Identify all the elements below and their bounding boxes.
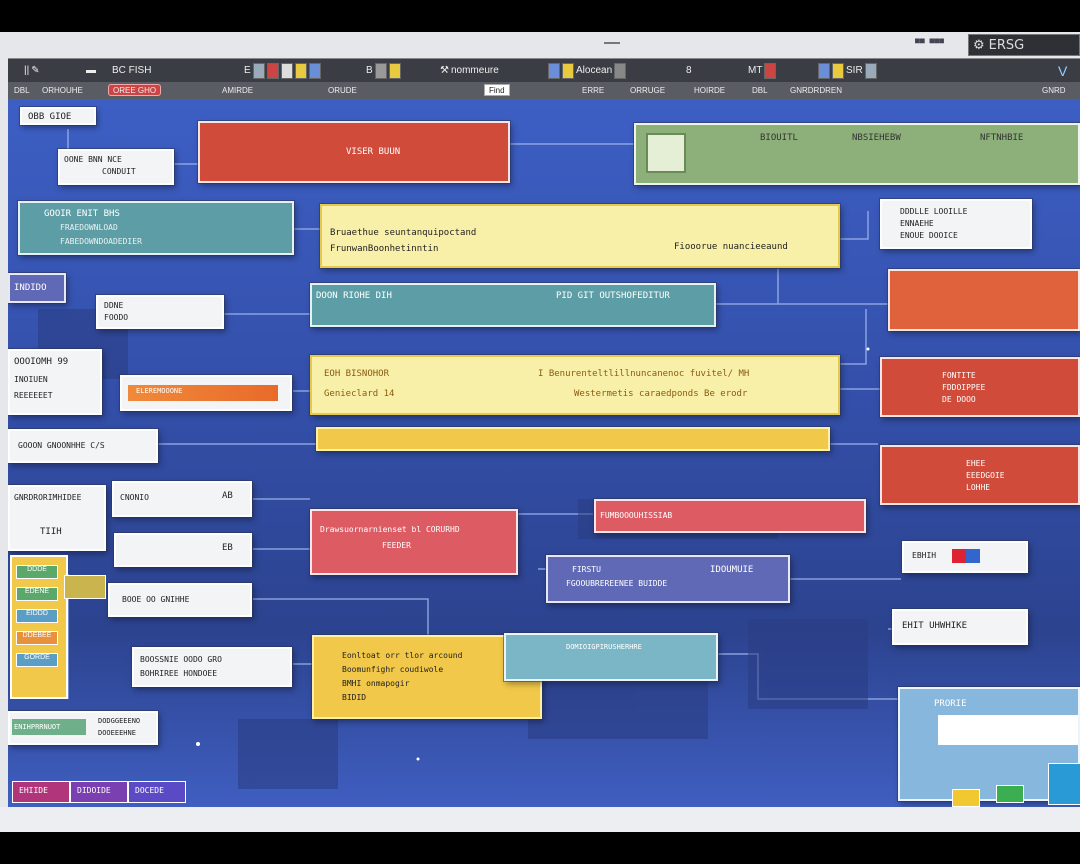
document-icon xyxy=(646,133,686,173)
diagram-canvas[interactable]: OBB GIOE VISER BUUN BIOUITL NBSIEHEBW NF… xyxy=(8,99,1080,807)
swatch-icon[interactable] xyxy=(294,62,307,79)
swatch-icon[interactable] xyxy=(388,62,401,79)
node-top-red[interactable]: VISER BUUN xyxy=(198,121,510,183)
node-left-box-7[interactable]: ENIHPRRNUOT DODGGEEENO DOOEEEHNE xyxy=(8,711,158,745)
node-teal-mid[interactable]: DOON RIOHE DIH PID GIT OUTSHOFEDITUR xyxy=(310,283,716,327)
node-orange-bar-container[interactable]: ELEREMOOONE xyxy=(120,375,292,411)
swatch-icon[interactable] xyxy=(374,62,387,79)
node-red-right-2[interactable]: EHEE EEEDGOIE LOHHE xyxy=(880,445,1080,505)
swatch-icon[interactable] xyxy=(266,62,279,79)
node-right-orange[interactable] xyxy=(888,269,1080,331)
toolbar-item-nommeure[interactable]: ⚒ nommeure xyxy=(440,62,499,79)
bottom-tab-1[interactable]: EHIIDE xyxy=(12,781,70,803)
node-left-box-2[interactable]: GNRDRORIMHIDEE TIIH xyxy=(8,485,106,551)
tab-12[interactable]: GNRD xyxy=(1038,84,1070,96)
node-left-purple[interactable]: INDIDO xyxy=(8,273,66,303)
toolbar-item-fish[interactable]: BC FISH xyxy=(112,62,151,79)
tab-5[interactable]: ORUDE xyxy=(324,84,361,96)
left-green-stack: DDDE EDENE EIDDD DDEBEE GORDE xyxy=(10,555,68,699)
node-top-green[interactable]: BIOUITL NBSIEHEBW NFTNHBIE xyxy=(634,123,1080,185)
node-pink-mid[interactable]: Drawsuornarnienset bl CORURHD FEEDER xyxy=(310,509,518,575)
swatch-icon xyxy=(764,62,777,79)
swatch-icon[interactable] xyxy=(252,62,265,79)
stack-item-3[interactable]: EIDDD xyxy=(16,609,58,623)
swatch-icon xyxy=(548,62,560,79)
node-left-box-3[interactable]: CNONIO AB xyxy=(112,481,252,517)
node-cyan-mid[interactable]: DOMIOIGPIRUSHERHRE xyxy=(504,633,718,681)
stack-item-4[interactable]: DDEBEE xyxy=(16,631,58,645)
tab-1[interactable]: DBL xyxy=(10,84,34,96)
node-purple-mid[interactable]: FIRSTU FGOOUBREREENEE BUIDDE IDOUMUIE xyxy=(546,555,790,603)
tab-bar: DBL ORHOUHE OREE GHO AMIRDE ORUDE Find E… xyxy=(8,82,1080,100)
node-right-white-3[interactable]: EHIT UHWHIKE xyxy=(892,609,1028,645)
node-right-white-1[interactable]: DDDLLE LOOILLE ENNAEHE ENOUE DOOICE xyxy=(880,199,1032,249)
node-left-small[interactable]: DDNE FOODO xyxy=(96,295,224,329)
tab-2[interactable]: ORHOUHE xyxy=(38,84,87,96)
swatch-icon xyxy=(818,62,830,79)
swatch-icon xyxy=(614,62,627,79)
node-right-white-2[interactable]: EBHIH xyxy=(902,541,1028,573)
toolbar-swatches-2[interactable]: B xyxy=(366,62,401,79)
blue-block xyxy=(1048,763,1080,805)
bottom-tab-2[interactable]: DIDOIDE xyxy=(70,781,128,803)
title-right-text: ■■ ■■■ xyxy=(915,36,944,45)
bottom-tab-3[interactable]: DOCEDE xyxy=(128,781,186,803)
toolbar: || ✎ ▬ BC FISH E B ⚒ nommeure Alocean 8 MT… xyxy=(8,58,1080,84)
swatch-icon[interactable] xyxy=(280,62,293,79)
dash-icon[interactable]: ▬ xyxy=(86,62,96,79)
toolbar-item-v[interactable]: V xyxy=(1058,62,1067,79)
tab-find[interactable]: Find xyxy=(484,84,510,96)
tab-9[interactable]: HOIRDE xyxy=(690,84,729,96)
node-red-right-1[interactable]: FONTITE FDDOIPPEE DE DOOO xyxy=(880,357,1080,417)
panel-input-field[interactable] xyxy=(938,715,1078,745)
node-left-grey-1[interactable]: OOOIOMH 99 INOIUEN REEEEEET xyxy=(8,349,102,415)
toolbar-swatches-1[interactable]: E xyxy=(244,62,321,79)
node-gold-bar[interactable] xyxy=(316,427,830,451)
node-left-box-5[interactable]: BOOE OO GNIHHE xyxy=(108,583,252,617)
tab-3[interactable]: OREE GHO xyxy=(108,84,162,96)
title-right-box[interactable]: ⚙ ERSG xyxy=(968,34,1080,56)
top-left-label[interactable]: OBB GIOE xyxy=(20,107,96,125)
status-bar xyxy=(0,807,1080,832)
swatch-icon[interactable] xyxy=(308,62,321,79)
node-yellow-2[interactable]: EOH BISNOHOR Genieclard 14 I Benurentelt… xyxy=(310,355,840,415)
node-left-grey-2[interactable]: GOOON GNOONHHE C/S xyxy=(8,429,158,463)
red-square-icon xyxy=(952,549,966,563)
node-left-box-4[interactable]: EB xyxy=(114,533,252,567)
node-left-box-6[interactable]: BOOSSNIE OODO GRO BOHRIREE HONDOEE xyxy=(132,647,292,687)
blue-square-icon xyxy=(966,549,980,563)
node-pink-bar[interactable]: FUMBOOOUHISSIAB xyxy=(594,499,866,533)
swatch-icon xyxy=(562,62,574,79)
pencil-icon: ✎ xyxy=(31,65,40,76)
wrench-icon: ⚒ xyxy=(440,65,449,76)
tab-8[interactable]: ORRUGE xyxy=(626,84,669,96)
left-small-block xyxy=(64,575,106,599)
stack-item-2[interactable]: EDENE xyxy=(16,587,58,601)
green-sticky-icon[interactable] xyxy=(996,785,1024,803)
node-left-teal[interactable]: GOOIR ENIT BHS FRAEDOWNLOAD FABEDOWNDOAD… xyxy=(18,201,294,255)
pause-button[interactable]: || ✎ xyxy=(24,62,40,79)
swatch-icon xyxy=(832,62,844,79)
yellow-sticky-icon[interactable] xyxy=(952,789,980,807)
toolbar-item-alocean[interactable]: Alocean xyxy=(548,62,627,79)
toolbar-item-mt[interactable]: MT xyxy=(748,62,777,79)
stack-item-1[interactable]: DDDE xyxy=(16,565,58,579)
toolbar-item-sir[interactable]: SIR xyxy=(818,62,877,79)
node-left-box1[interactable]: OONE BNN NCE CONDUIT xyxy=(58,149,174,185)
tab-10[interactable]: DBL xyxy=(748,84,772,96)
window-title-line xyxy=(604,42,620,44)
swatch-icon xyxy=(864,62,877,79)
stack-item-5[interactable]: GORDE xyxy=(16,653,58,667)
toolbar-item-8[interactable]: 8 xyxy=(686,62,692,79)
tab-4[interactable]: AMIRDE xyxy=(218,84,257,96)
title-box-label: ERSG xyxy=(988,37,1025,53)
tab-7[interactable]: ERRE xyxy=(578,84,608,96)
gear-icon[interactable]: ⚙ xyxy=(973,38,985,53)
tab-11[interactable]: GNRDRDREN xyxy=(786,84,846,96)
node-yellow-1[interactable]: Bruaethue seuntanquipoctand FrunwanBoonh… xyxy=(320,204,840,268)
